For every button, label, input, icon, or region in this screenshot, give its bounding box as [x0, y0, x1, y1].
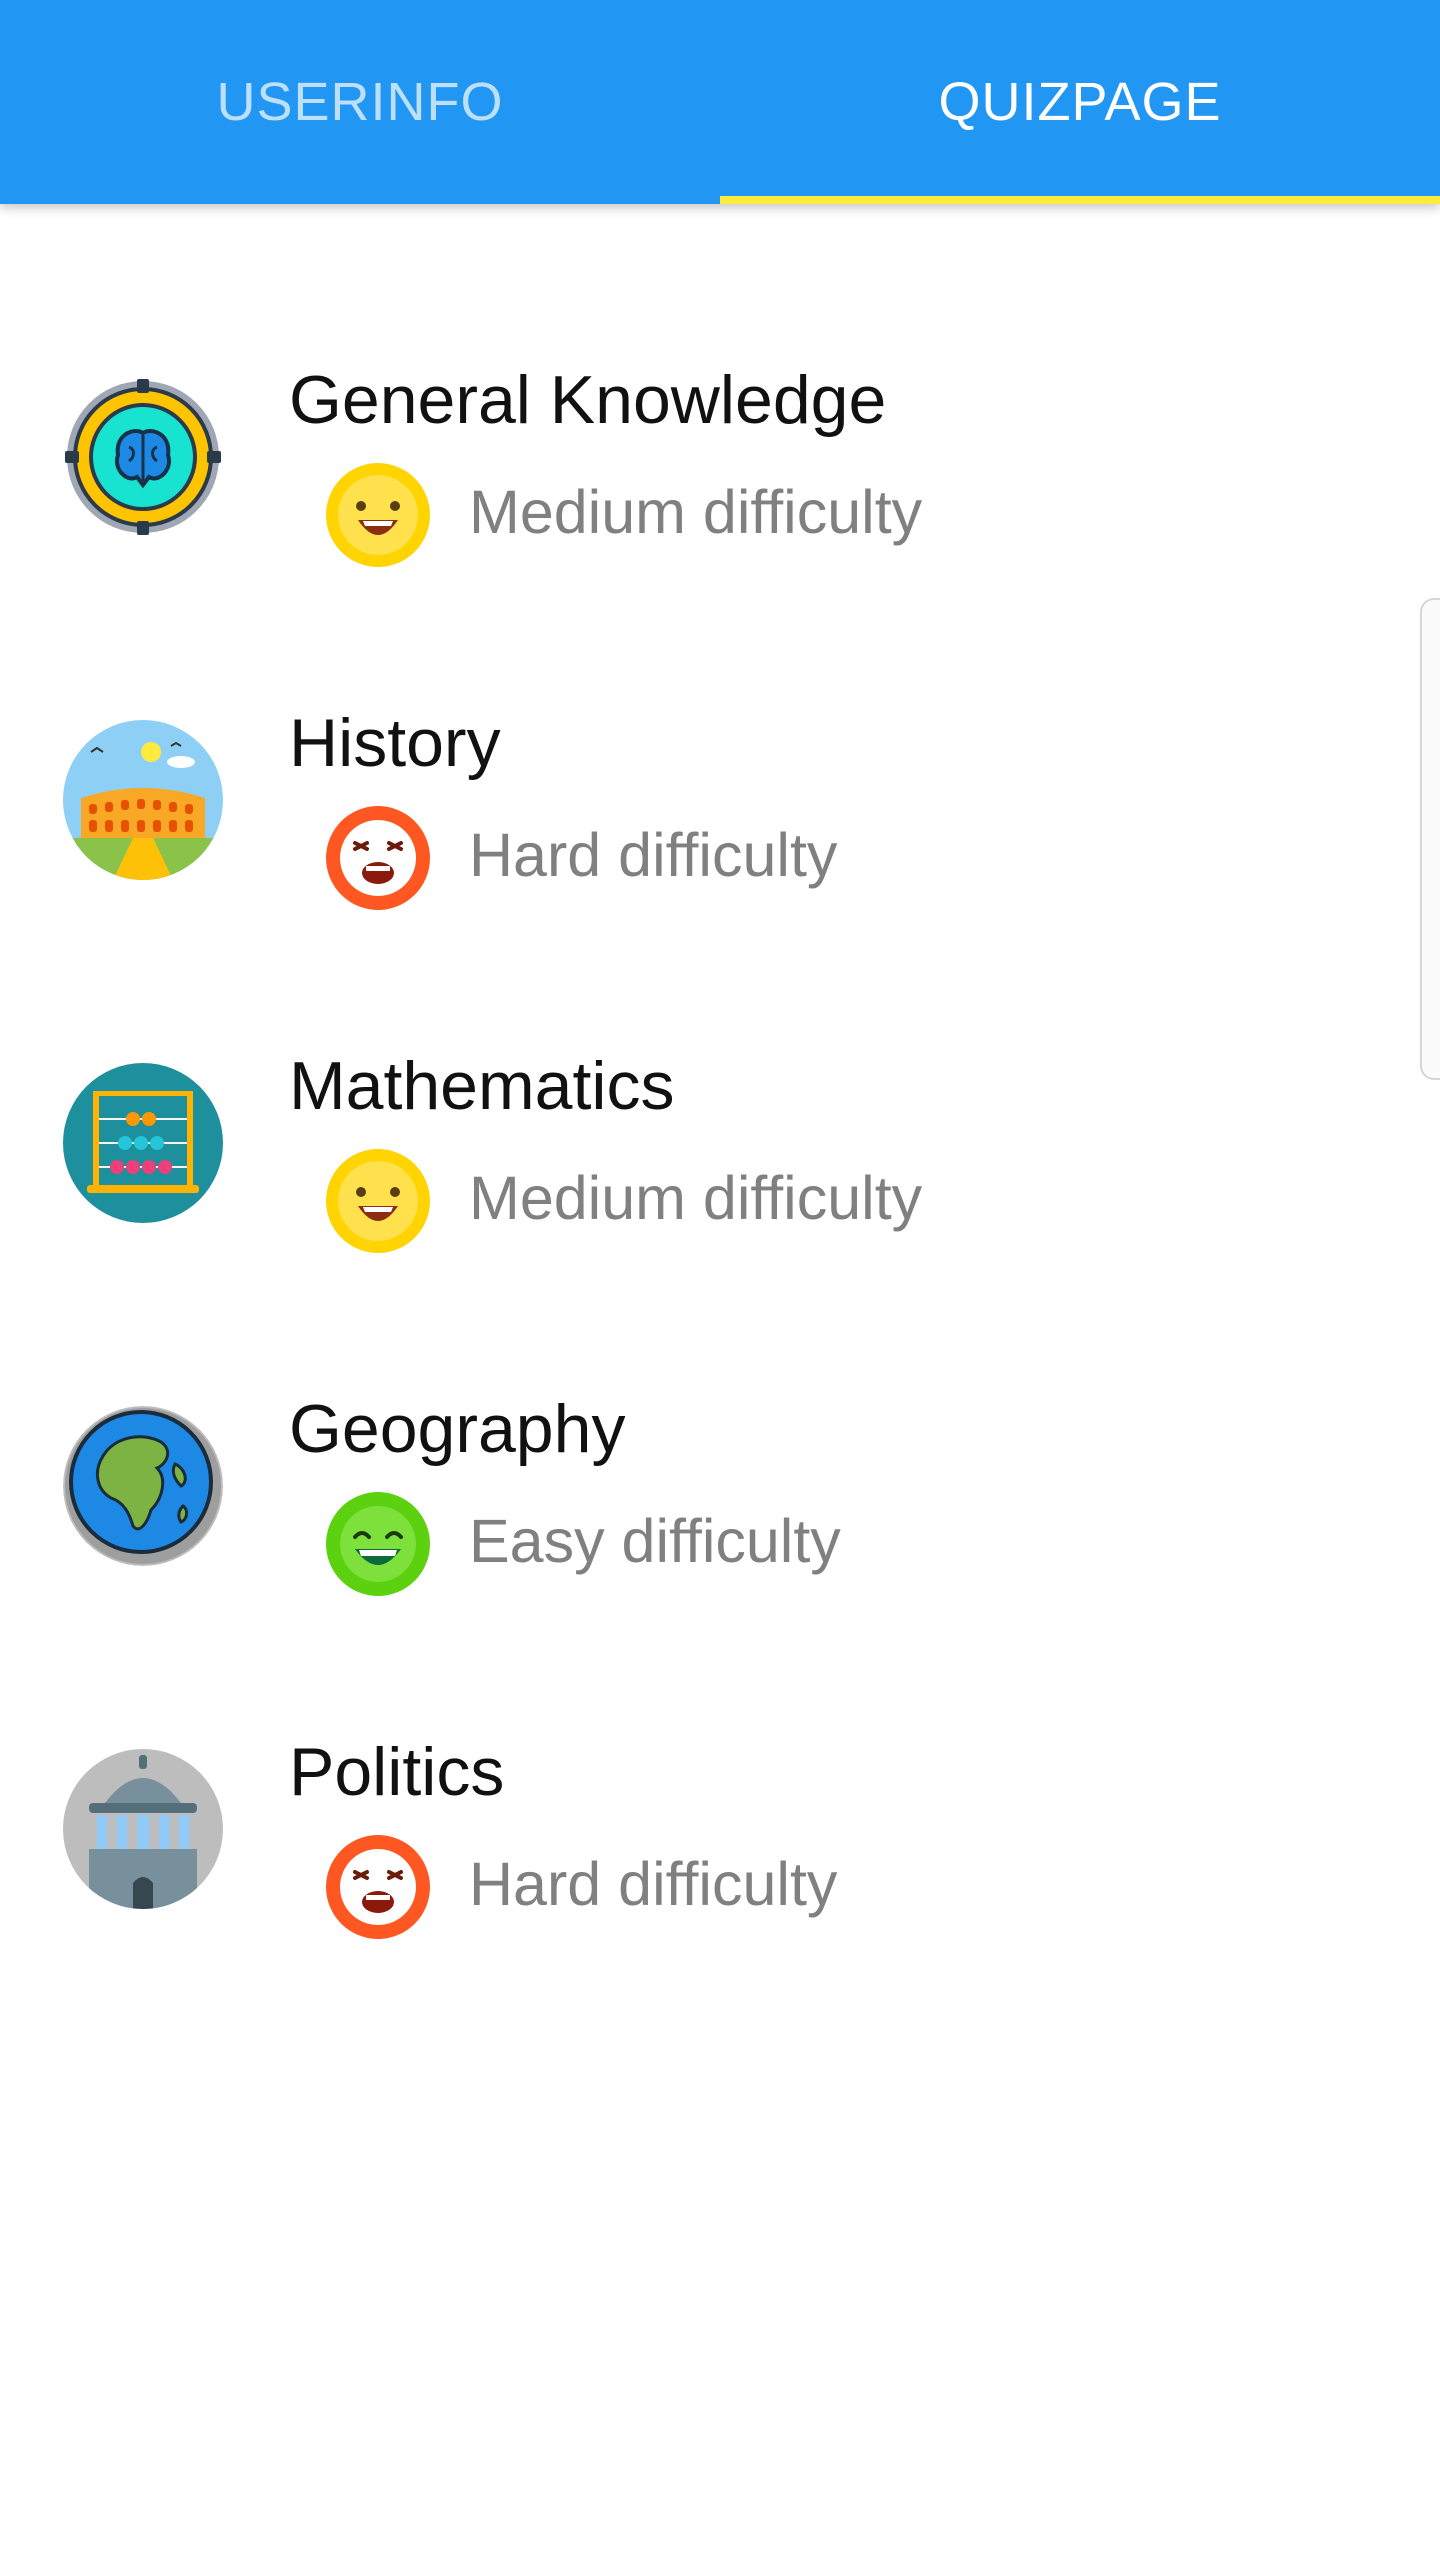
easy-face-icon [325, 1491, 431, 1597]
quiz-item-geography[interactable]: Geography Easy difficulty [0, 1351, 1440, 1694]
quiz-list: General Knowledge Medium difficulty Hist… [0, 322, 1440, 2037]
quiz-item-general-knowledge[interactable]: General Knowledge Medium difficulty [0, 322, 1440, 665]
colosseum-icon [63, 720, 223, 880]
quiz-title: Mathematics [289, 1048, 675, 1124]
quiz-item-politics[interactable]: Politics Hard difficulty [0, 1694, 1440, 2037]
tab-bar: USERINFO QUIZPAGE [0, 0, 1440, 204]
difficulty-label: Easy difficulty [469, 1507, 841, 1575]
difficulty-label: Medium difficulty [469, 1164, 923, 1232]
tab-userinfo-label: USERINFO [216, 72, 504, 132]
medium-face-icon [325, 462, 431, 568]
tab-userinfo[interactable]: USERINFO [0, 0, 720, 204]
medium-face-icon [325, 1148, 431, 1254]
quiz-title: General Knowledge [289, 362, 887, 438]
capitol-building-icon [63, 1749, 223, 1909]
hard-face-icon [325, 805, 431, 911]
tab-quizpage-label: QUIZPAGE [938, 72, 1222, 132]
quiz-title: Geography [289, 1391, 626, 1467]
quiz-title: History [289, 705, 501, 781]
globe-icon [63, 1406, 223, 1566]
brain-gear-icon [63, 377, 223, 537]
difficulty-label: Medium difficulty [469, 478, 923, 546]
quiz-item-mathematics[interactable]: Mathematics Medium difficulty [0, 1008, 1440, 1351]
active-tab-indicator [720, 196, 1440, 204]
quiz-title: Politics [289, 1734, 505, 1810]
difficulty-label: Hard difficulty [469, 1850, 838, 1918]
hard-face-icon [325, 1834, 431, 1940]
tab-quizpage[interactable]: QUIZPAGE [720, 0, 1440, 204]
difficulty-label: Hard difficulty [469, 821, 838, 889]
quiz-item-history[interactable]: History Hard difficulty [0, 665, 1440, 1008]
abacus-icon [63, 1063, 223, 1223]
edge-panel-handle[interactable] [1420, 598, 1440, 1080]
